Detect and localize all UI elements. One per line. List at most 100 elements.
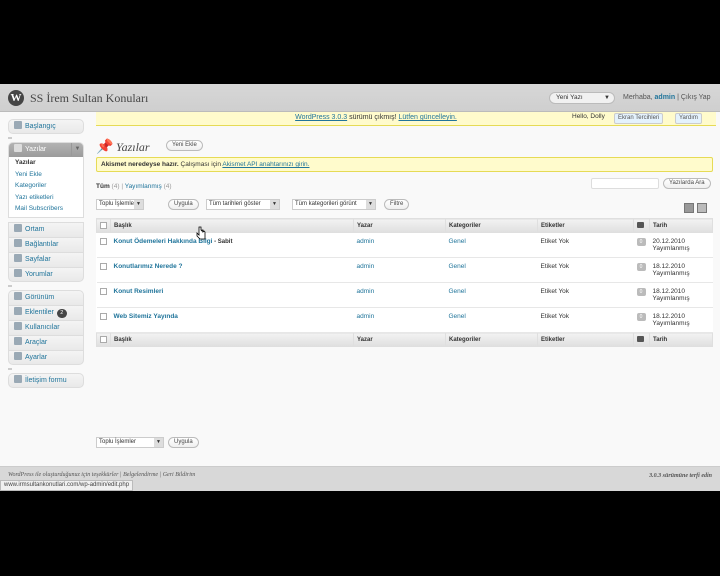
menu-links[interactable]: Bağlantılar [8,236,84,252]
date-filter-select[interactable]: Tüm tarihleri göster ▼ [206,199,280,210]
row-checkbox[interactable] [99,288,107,295]
post-status: Yayımlanmış [652,270,690,277]
post-author-link[interactable]: admin [357,288,375,295]
users-icon [14,321,22,330]
screen-options-tab[interactable]: Ekran Tercihleri [614,113,664,124]
menu-separator [8,282,84,290]
comment-bubble-icon [637,221,644,228]
column-date[interactable]: Tarih [649,218,713,233]
post-author-link[interactable]: admin [357,313,375,320]
post-state: - Sabit [212,239,233,245]
post-tags: Etiket Yok [537,282,634,308]
menu-toggle-icon[interactable]: ▼ [71,143,83,156]
filter-button[interactable]: Filtre [384,199,410,210]
menu-settings[interactable]: Ayarlar [8,349,84,365]
browser-status-url: www.irmsultankonutlari.com/wp-admin/edit… [0,480,134,491]
table-row: Konutlarımız Nerede ? admin Genel Etiket Yo… [96,257,713,283]
bulk-actions-select[interactable]: Toplu İşlemler ▼ [96,199,144,210]
chevron-down-icon: ▼ [604,95,610,101]
post-category-link[interactable]: Genel [449,238,466,245]
list-view-icon[interactable] [684,203,694,213]
menu-posts[interactable]: Yazılar ▼ [8,142,84,157]
site-title[interactable]: SS İrem Sultan Konuları [30,91,148,106]
post-status: Yayımlanmış [652,320,690,327]
select-all-checkbox[interactable] [100,221,107,229]
filter-all[interactable]: Tüm [96,183,110,190]
column-categories: Kategoriler [445,332,538,347]
apply-bulk-button[interactable]: Uygula [168,199,199,210]
browser-viewport: W SS İrem Sultan Konuları Yeni Yazı ▼ Me… [0,84,720,491]
column-title[interactable]: Başlık [110,218,354,233]
excerpt-view-icon[interactable] [697,203,707,213]
comment-count-icon[interactable]: 0 [636,263,646,271]
post-author-link[interactable]: admin [357,238,375,245]
logout-link[interactable]: Çıkış Yap [681,94,711,101]
favorite-actions-dropdown[interactable]: Yeni Yazı ▼ [549,92,615,104]
update-now-link[interactable]: Lütfen güncelleyin. [398,114,456,121]
post-title-link[interactable]: Web Sitemiz Yayında [114,313,178,320]
row-checkbox[interactable] [99,263,107,270]
bulk-actions-select-bottom[interactable]: Toplu İşlemler ▼ [96,437,164,448]
column-title[interactable]: Başlık [110,332,354,347]
mouse-cursor-icon [196,226,206,240]
media-icon [14,223,22,232]
user-link[interactable]: admin [655,94,676,101]
submenu-post-tags[interactable]: Yazı etiketleri [9,193,83,205]
help-tab[interactable]: Yardım [675,113,702,124]
menu-tools[interactable]: Araçlar [8,334,84,350]
akismet-key-link[interactable]: Akismet API anahtarınızı girin. [222,161,309,168]
menu-media[interactable]: Ortam [8,221,84,237]
comment-count-icon[interactable]: 0 [636,313,646,321]
pushpin-icon: 📌 [96,138,114,154]
post-title-link[interactable]: Konut Resimleri [114,288,164,295]
post-date: 18.12.2010 [652,313,686,320]
dashboard-icon [14,121,22,129]
comment-count-icon[interactable]: 0 [636,238,646,246]
post-status: Yayımlanmış [652,245,690,252]
footer-upgrade[interactable]: 3.0.3 sürümüne terfi edin [649,473,712,479]
comment-count-icon[interactable]: 0 [636,288,646,296]
submenu-categories[interactable]: Kategoriler [9,181,83,193]
contact-form-icon [14,374,22,383]
submenu-all-posts[interactable]: Yazılar [9,158,83,170]
hello-dolly-lyric: Hello, Dolly [572,113,605,120]
post-date: 20.12.2010 [652,238,686,245]
menu-comments[interactable]: Yorumlar [8,266,84,282]
tools-icon [14,336,22,345]
row-checkbox[interactable] [99,313,107,320]
menu-pages[interactable]: Sayfalar [8,251,84,267]
update-version-link[interactable]: WordPress 3.0.3 [295,114,347,121]
apply-bulk-button-bottom[interactable]: Uygula [168,437,199,448]
column-date[interactable]: Tarih [649,332,713,347]
user-greeting: Merhaba, admin | Çıkış Yap [623,94,711,101]
post-title-link[interactable]: Konutlarımız Nerede ? [114,263,183,270]
add-new-post-button[interactable]: Yeni Ekle [166,140,203,151]
akismet-notice-text: Çalışması için [178,161,223,168]
post-author-link[interactable]: admin [357,263,375,270]
post-search-input[interactable] [591,178,659,189]
select-all-checkbox[interactable] [100,335,107,343]
post-category-link[interactable]: Genel [449,263,466,270]
table-row: Konut Ödemeleri Hakkında Bilgi - Sabit ad… [96,232,713,258]
menu-users[interactable]: Kullanıcılar [8,319,84,335]
post-tags: Etiket Yok [537,257,634,283]
akismet-notice-bold: Akismet neredeyse hazır. [101,161,179,168]
search-posts-button[interactable]: Yazılarda Ara [663,178,711,189]
submenu-mail-subscribers[interactable]: Mail Subscribers [9,204,83,216]
category-filter-select[interactable]: Tüm kategorileri görünt ▼ [292,199,376,210]
menu-dashboard[interactable]: Başlangıç [8,119,84,134]
menu-contact-form[interactable]: İletişim formu [8,372,84,388]
menu-appearance[interactable]: Görünüm [8,289,84,305]
post-status: Yayımlanmış [652,295,690,302]
submenu-add-new[interactable]: Yeni Ekle [9,170,83,182]
row-checkbox[interactable] [99,238,107,245]
chevron-down-icon: ▼ [154,438,163,447]
column-categories: Kategoriler [445,218,538,233]
settings-icon [14,351,22,360]
akismet-notice: Akismet neredeyse hazır. Çalışması için … [96,157,713,172]
column-author: Yazar [353,218,446,233]
filter-published[interactable]: Yayımlanmış [125,183,162,190]
post-category-link[interactable]: Genel [449,288,466,295]
post-category-link[interactable]: Genel [449,313,466,320]
menu-plugins[interactable]: Eklentiler 2 [8,304,84,320]
